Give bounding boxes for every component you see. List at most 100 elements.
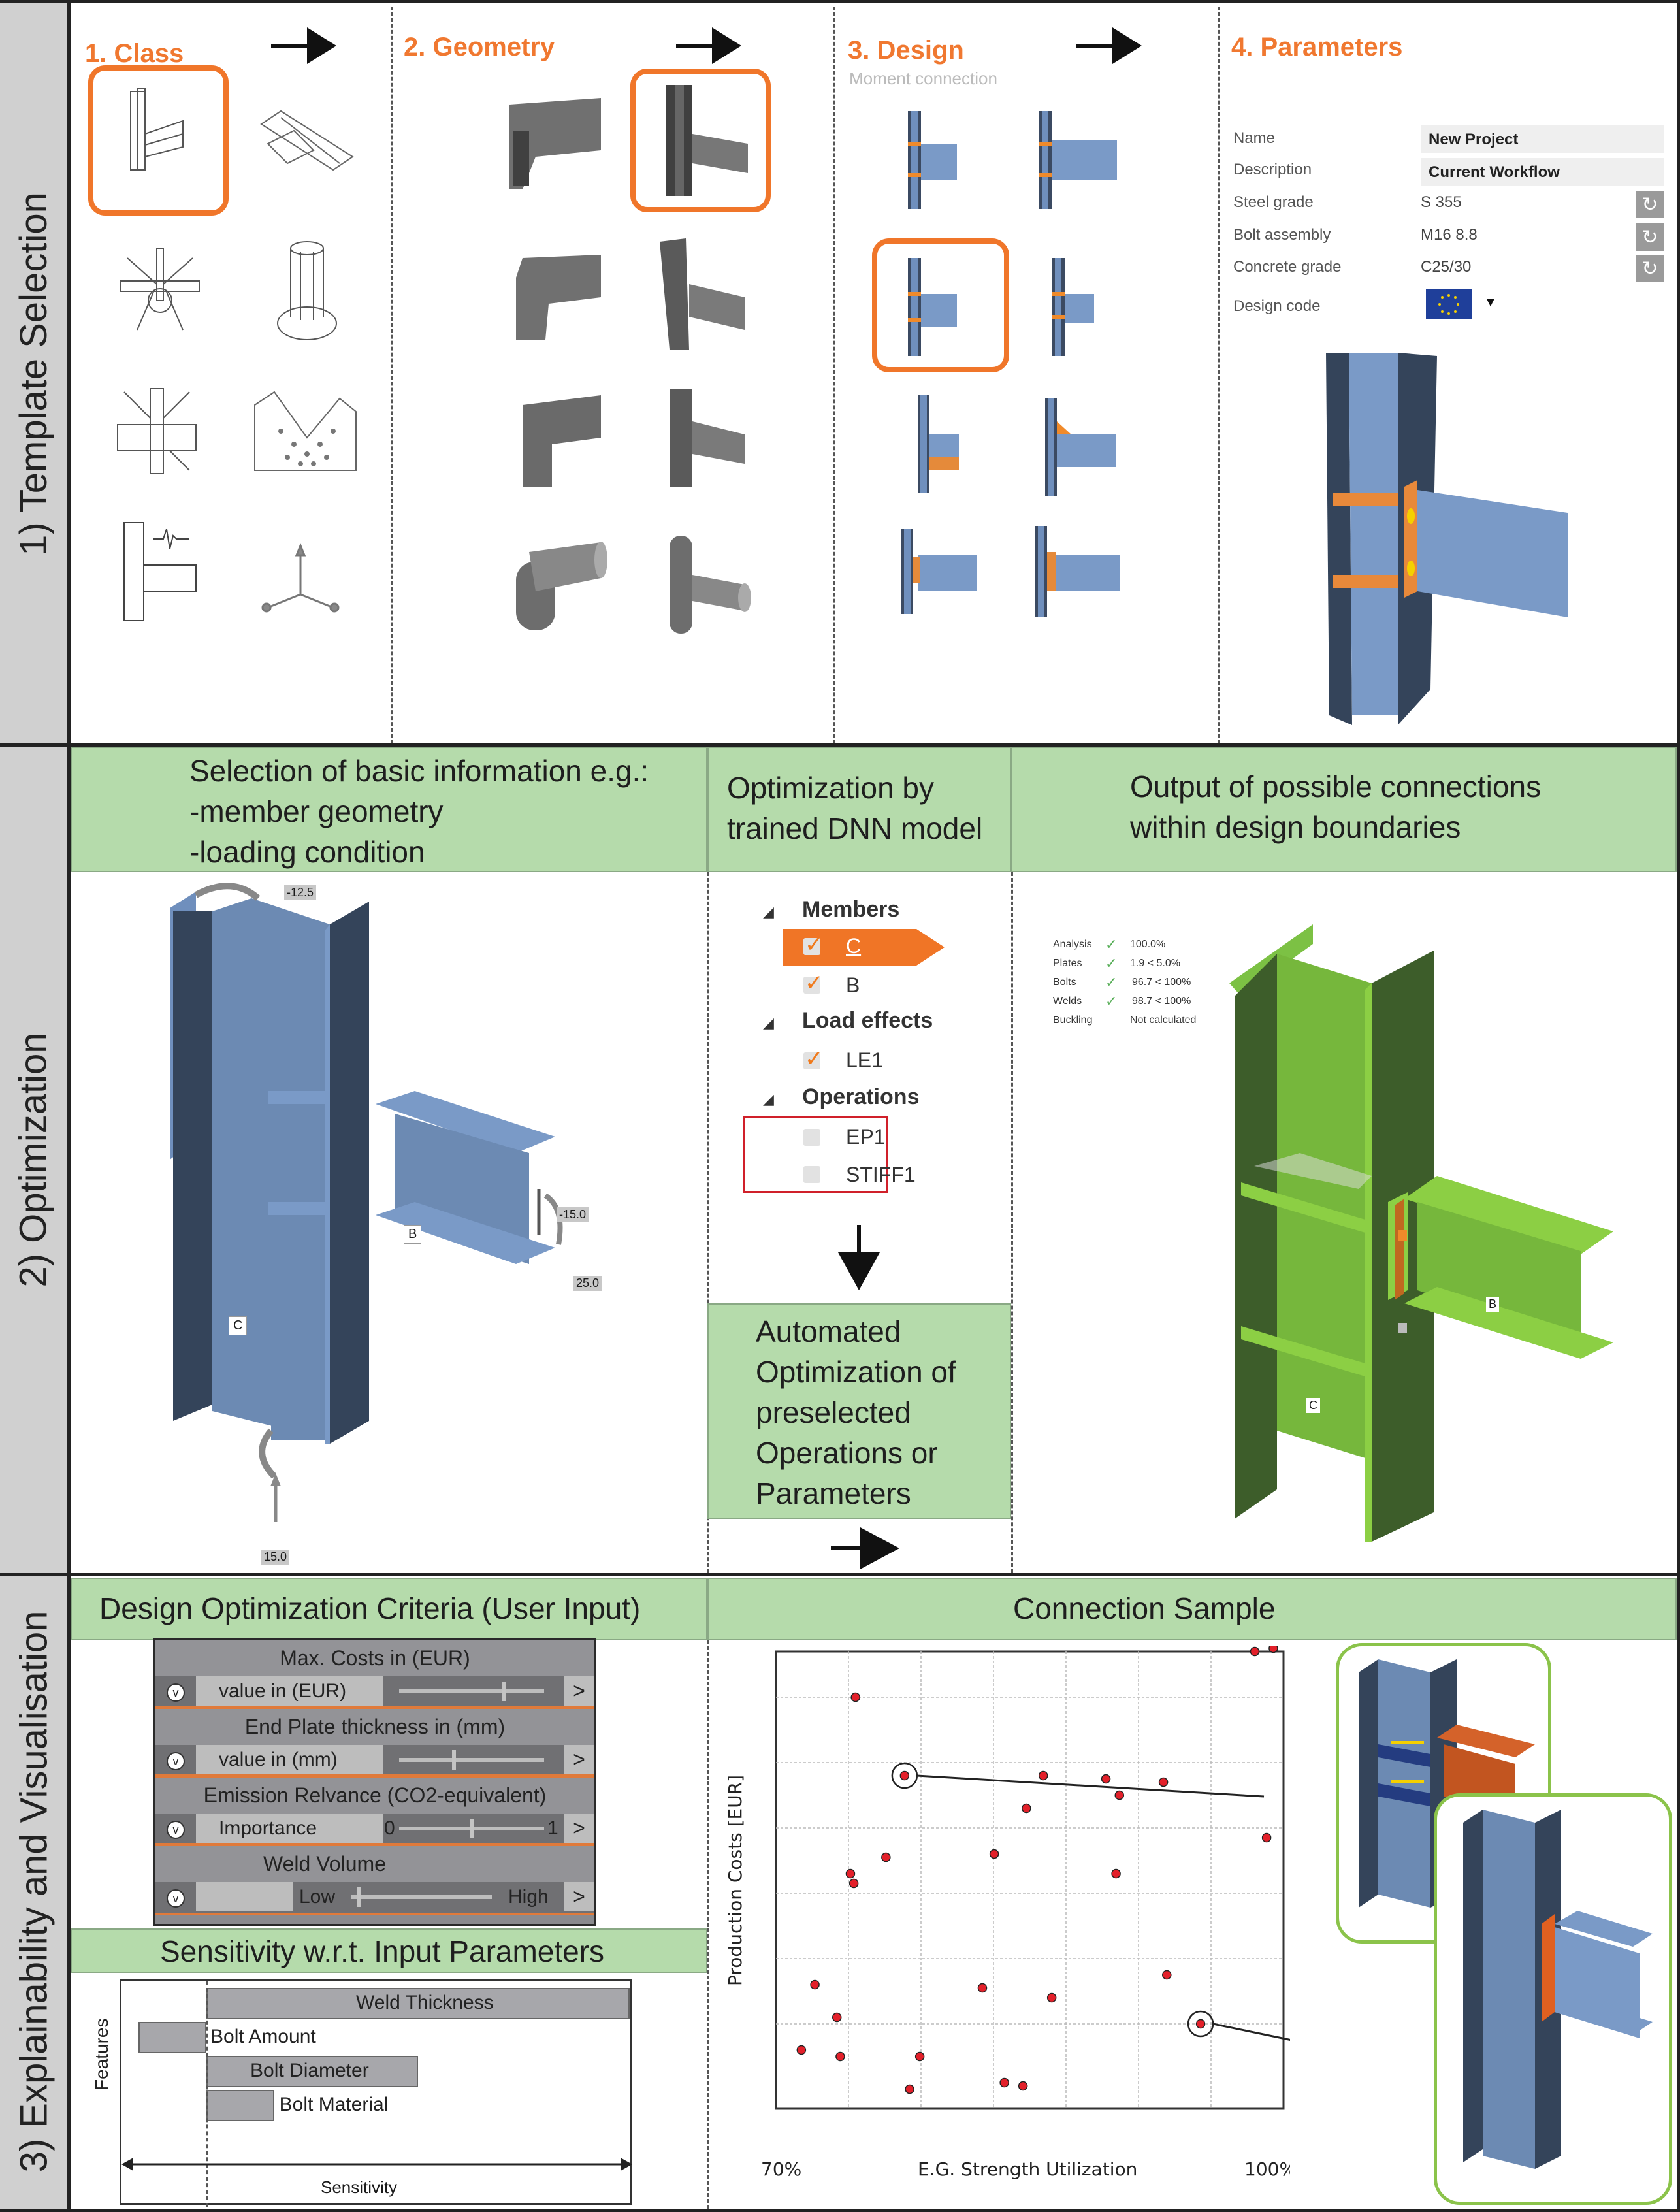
toggle-end-plate-icon[interactable]: v bbox=[167, 1752, 185, 1770]
step-class-title: 1. Class bbox=[85, 39, 184, 68]
checkbox-ep1[interactable] bbox=[803, 1129, 820, 1146]
param-value-steel-grade[interactable]: S 355 bbox=[1421, 193, 1462, 212]
step-design-title: 3. Design bbox=[848, 36, 964, 65]
data-point bbox=[1018, 2081, 1028, 2091]
param-label-name: Name bbox=[1233, 129, 1276, 147]
geometry-thumbnail-tee-box[interactable] bbox=[660, 385, 758, 490]
tree-item-b[interactable]: B bbox=[846, 973, 860, 998]
result-member-label-column: C bbox=[1306, 1398, 1320, 1413]
result-member-label-beam: B bbox=[1486, 1297, 1500, 1312]
check-value: 100.0% bbox=[1130, 939, 1166, 950]
check-value: Not calculated bbox=[1130, 1015, 1197, 1026]
member-label-column: C bbox=[229, 1316, 248, 1335]
design-thumbnail-2[interactable] bbox=[1035, 108, 1127, 212]
next-emission-icon[interactable]: > bbox=[564, 1814, 594, 1843]
next-weld-volume-icon[interactable]: > bbox=[564, 1882, 594, 1911]
criterion-input-end-plate[interactable]: value in (mm) bbox=[196, 1745, 383, 1774]
criterion-input-max-costs[interactable]: value in (EUR) bbox=[196, 1676, 383, 1706]
design-thumbnail-8[interactable] bbox=[1032, 523, 1130, 621]
class-thumbnail-gusset[interactable] bbox=[248, 379, 359, 477]
section-title: 3) Explainability and Visualisation bbox=[12, 1610, 55, 2173]
expand-operations-icon[interactable]: ◢ bbox=[763, 1091, 774, 1108]
class-thumbnail-column-base[interactable] bbox=[274, 238, 340, 343]
class-thumbnail-multi-brace[interactable] bbox=[111, 385, 202, 477]
connection-sample-callout-2[interactable] bbox=[1434, 1793, 1672, 2205]
param-value-bolt-assembly[interactable]: M16 8.8 bbox=[1421, 226, 1478, 244]
slider-knob-max-costs[interactable] bbox=[501, 1682, 506, 1701]
tree-item-ep1[interactable]: EP1 bbox=[846, 1125, 885, 1149]
class-thumbnail-beam-beam[interactable] bbox=[255, 105, 359, 183]
tree-group-load-effects[interactable]: Load effects bbox=[802, 1008, 933, 1033]
tree-item-c[interactable]: C bbox=[846, 934, 861, 958]
parameters-connection-model bbox=[1326, 353, 1568, 725]
reset-concrete-grade-icon[interactable]: ↻ bbox=[1636, 255, 1664, 282]
slider-knob-weld-volume[interactable] bbox=[356, 1887, 361, 1907]
toggle-emission-icon[interactable]: v bbox=[167, 1821, 185, 1839]
column-divider bbox=[391, 7, 393, 743]
next-end-plate-icon[interactable]: > bbox=[564, 1745, 594, 1774]
design-thumbnail-7[interactable] bbox=[898, 526, 990, 617]
y-axis-label: Production Costs [EUR] bbox=[724, 1775, 746, 1986]
criterion-input-weld-volume[interactable] bbox=[196, 1882, 293, 1911]
geometry-thumbnail-corner-i[interactable] bbox=[496, 91, 607, 189]
data-point bbox=[1268, 1646, 1278, 1653]
geometry-thumbnail-tee-tube[interactable] bbox=[660, 532, 758, 637]
tree-item-le1[interactable]: LE1 bbox=[846, 1049, 883, 1073]
header-text: within design boundaries bbox=[1130, 810, 1461, 844]
class-thumbnail-truss-node[interactable] bbox=[114, 245, 206, 336]
checkbox-le1[interactable]: ✓ bbox=[803, 1047, 824, 1071]
header-text: Selection of basic information e.g.: bbox=[189, 754, 649, 788]
geometry-thumbnail-tee-i2[interactable] bbox=[653, 235, 751, 353]
checkbox-member-b[interactable]: ✓ bbox=[803, 971, 824, 996]
toggle-max-costs-icon[interactable]: v bbox=[167, 1683, 185, 1702]
design-thumbnail-5[interactable] bbox=[914, 392, 986, 496]
tree-group-operations[interactable]: Operations bbox=[802, 1084, 919, 1110]
check-ok-icon: ✓ bbox=[1105, 974, 1118, 990]
tree-item-stiff1[interactable]: STIFF1 bbox=[846, 1163, 916, 1187]
data-point bbox=[1114, 1790, 1125, 1800]
class-thumbnail-seismic[interactable] bbox=[114, 519, 206, 624]
slider-knob-emission[interactable] bbox=[470, 1819, 474, 1838]
check-name: Buckling bbox=[1053, 1015, 1093, 1026]
geometry-thumbnail-tee-i[interactable] bbox=[656, 82, 754, 199]
checkbox-stiff1[interactable] bbox=[803, 1166, 820, 1183]
toggle-weld-volume-icon[interactable]: v bbox=[167, 1889, 185, 1908]
geometry-thumbnail-corner-i2[interactable] bbox=[503, 252, 607, 343]
slider-track-end-plate[interactable] bbox=[399, 1758, 544, 1762]
expand-members-icon[interactable]: ◢ bbox=[763, 903, 774, 920]
class-thumbnail-beam-column[interactable] bbox=[111, 85, 202, 176]
checkbox-member-c[interactable]: ✓ bbox=[803, 932, 824, 957]
geometry-thumbnail-corner-box[interactable] bbox=[503, 392, 607, 490]
data-point bbox=[848, 1878, 859, 1889]
criteria-panel: Max. Costs in (EUR) v value in (EUR) > E… bbox=[153, 1638, 596, 1926]
design-thumbnail-1[interactable] bbox=[905, 108, 983, 212]
tree-group-members[interactable]: Members bbox=[802, 897, 899, 922]
sensitivity-ylabel: Features bbox=[91, 2018, 112, 2091]
param-value-concrete-grade[interactable]: C25/30 bbox=[1421, 258, 1471, 276]
expand-load-effects-icon[interactable]: ◢ bbox=[763, 1015, 774, 1032]
data-point bbox=[1101, 1774, 1111, 1784]
design-thumbnail-3[interactable] bbox=[905, 255, 983, 359]
header-output: Output of possible connections within de… bbox=[1011, 747, 1677, 872]
sensitivity-bar bbox=[138, 2022, 206, 2053]
data-point bbox=[835, 2051, 845, 2062]
slider-track-weld-volume[interactable] bbox=[351, 1895, 492, 1899]
slider-knob-end-plate[interactable] bbox=[452, 1750, 457, 1770]
design-code-dropdown-icon[interactable]: ▼ bbox=[1484, 295, 1497, 310]
criterion-input-emission[interactable]: Importance bbox=[196, 1814, 383, 1843]
slider-max-label: High bbox=[508, 1886, 549, 1908]
data-point bbox=[832, 2012, 842, 2023]
slider-track-max-costs[interactable] bbox=[399, 1689, 544, 1693]
design-thumbnail-4[interactable] bbox=[1048, 255, 1127, 359]
param-input-description[interactable]: Current Workflow bbox=[1421, 158, 1664, 186]
design-thumbnail-6[interactable] bbox=[1042, 395, 1127, 500]
sensitivity-bar-label: Bolt Amount bbox=[210, 2026, 316, 2047]
scatter-chart: 70% 100% E.G. Strength Utilization Producti… bbox=[724, 1646, 1290, 2180]
reset-steel-grade-icon[interactable]: ↻ bbox=[1636, 191, 1664, 218]
geometry-thumbnail-corner-tube[interactable] bbox=[509, 539, 607, 637]
next-max-costs-icon[interactable]: > bbox=[564, 1676, 594, 1706]
eu-flag-icon[interactable] bbox=[1426, 289, 1472, 319]
class-thumbnail-axes[interactable] bbox=[255, 542, 346, 621]
param-input-name[interactable]: New Project bbox=[1421, 125, 1664, 153]
reset-bolt-assembly-icon[interactable]: ↻ bbox=[1636, 223, 1664, 251]
